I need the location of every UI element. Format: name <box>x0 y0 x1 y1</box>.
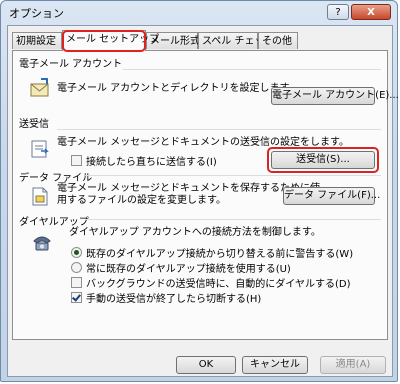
send-receive-icon <box>29 137 51 159</box>
data-file-description-line1: 電子メール メッセージとドキュメントを保存するために使 <box>57 183 320 194</box>
data-file-icon <box>29 185 51 207</box>
telephone-icon <box>31 231 53 253</box>
dialup-option-hang-up-label: 手動の送受信が終了したら切断する(H) <box>86 294 262 305</box>
checkbox-box[interactable] <box>71 292 82 303</box>
dialup-option-warn-label: 既存のダイヤルアップ接続から切り替える前に警告する(W) <box>86 249 354 260</box>
group-title-send-receive: 送受信 <box>19 119 49 130</box>
dialup-option-warn[interactable]: 既存のダイヤルアップ接続から切り替える前に警告する(W) <box>71 245 353 260</box>
group-divider <box>123 69 381 70</box>
dialup-option-hang-up[interactable]: 手動の送受信が終了したら切断する(H) <box>71 290 261 305</box>
radio-button[interactable] <box>71 247 82 258</box>
title-bar[interactable]: オプション ? X <box>1 1 397 23</box>
close-button[interactable]: X <box>351 4 391 20</box>
tab-highlight-ring <box>62 30 146 52</box>
send-immediately-label: 接続したら直ちに送信する(I) <box>86 157 217 168</box>
tab-spelling[interactable]: スペル チェック <box>198 32 274 49</box>
cancel-button[interactable]: キャンセル <box>242 356 308 374</box>
apply-button[interactable]: 適用(A) <box>320 356 386 374</box>
radio-button[interactable] <box>71 262 82 273</box>
checkbox-box[interactable] <box>71 155 82 166</box>
group-title-data-file: データ ファイル <box>19 173 93 184</box>
dialup-option-auto-dial-label: バックグラウンドの送受信時に、自動的にダイヤルする(D) <box>86 279 351 290</box>
group-title-email-account: 電子メール アカウント <box>19 59 123 70</box>
checkbox-box[interactable] <box>71 277 82 288</box>
group-divider <box>85 219 381 220</box>
dialup-option-always-label: 常に既存のダイヤルアップ接続を使用する(U) <box>86 264 291 275</box>
tab-panel-mail-setup: 電子メール アカウント 電子メール アカウントとディレクトリを設定します。 電子… <box>12 50 399 340</box>
group-divider <box>57 129 381 130</box>
dialog-title: オプション <box>9 7 64 20</box>
group-divider <box>85 175 381 176</box>
email-accounts-button[interactable]: 電子メール アカウント(E)... <box>271 87 399 105</box>
dialog-client: 初期設定 メール セットアップ メール形式 スペル チェック その他 電子メール… <box>7 25 399 377</box>
help-button[interactable]: ? <box>327 4 349 20</box>
dialup-option-always-existing[interactable]: 常に既存のダイヤルアップ接続を使用する(U) <box>71 260 291 275</box>
tab-other[interactable]: その他 <box>258 32 298 49</box>
ok-button[interactable]: OK <box>176 356 236 374</box>
send-immediately-checkbox[interactable]: 接続したら直ちに送信する(I) <box>71 153 217 168</box>
data-file-description-line2: 用するファイルの設定を変更します。 <box>57 195 226 206</box>
dialup-option-auto-dial[interactable]: バックグラウンドの送受信時に、自動的にダイヤルする(D) <box>71 275 351 290</box>
mail-envelope-icon <box>29 77 51 99</box>
options-dialog: オプション ? X 初期設定 メール セットアップ メール形式 スペル チェック… <box>0 0 399 382</box>
dialup-description: ダイヤルアップ アカウントへの接続方法を制御します。 <box>69 227 321 238</box>
data-files-button[interactable]: データ ファイル(F)... <box>283 187 380 205</box>
send-receive-highlight-ring <box>267 147 379 173</box>
email-account-description: 電子メール アカウントとディレクトリを設定します。 <box>57 83 299 94</box>
group-title-dialup: ダイヤルアップ <box>19 217 89 228</box>
tab-general[interactable]: 初期設定 <box>12 32 62 49</box>
